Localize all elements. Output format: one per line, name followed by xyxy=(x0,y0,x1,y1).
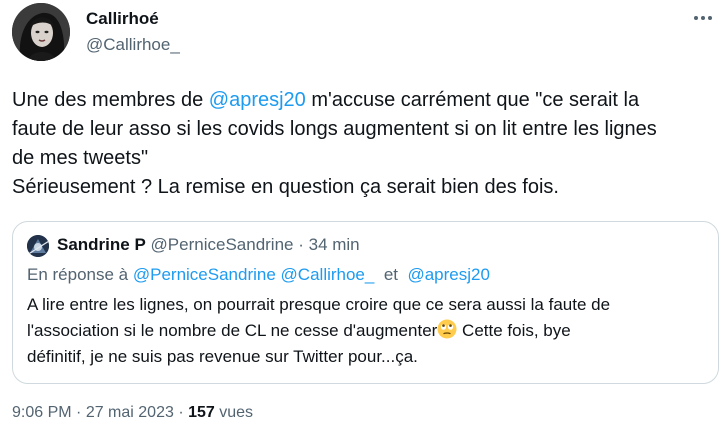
quoted-handle[interactable]: @PerniceSandrine xyxy=(151,235,294,254)
author-handle[interactable]: @Callirhoe_ xyxy=(86,35,180,55)
avatar-portrait-icon xyxy=(12,3,70,61)
rolling-eyes-emoji-icon xyxy=(437,319,457,339)
quoted-time[interactable]: 34 min xyxy=(309,235,360,254)
tweet-date[interactable]: 27 mai 2023 xyxy=(86,404,174,421)
tweet-text-line: faute de leur asso si les covids longs a… xyxy=(12,118,657,140)
quoted-text-segment: Cette fois, bye xyxy=(457,321,571,340)
quoted-text-line: A lire entre les lignes, on pourrait pre… xyxy=(27,295,611,314)
tweet-text-segment: m'accuse carrément que "ce serait la xyxy=(305,89,640,111)
reply-prefix: En réponse à xyxy=(27,265,133,284)
mention-link[interactable]: @apresj20 xyxy=(209,89,306,111)
quoted-avatar[interactable] xyxy=(27,235,49,257)
mention-link[interactable]: @apresj20 xyxy=(407,265,489,284)
quoted-display-name[interactable]: Sandrine P xyxy=(57,235,146,254)
tweet-text-line: de mes tweets" xyxy=(12,147,149,169)
avatar[interactable] xyxy=(12,3,70,61)
tweet-text-segment: Une des membres de xyxy=(12,89,209,111)
quoted-text-line: définitif, je ne suis pas revenue sur Tw… xyxy=(27,347,418,366)
views-count: 157 xyxy=(188,404,215,421)
quoted-text-segment: l'association si le nombre de CL ne cess… xyxy=(27,321,438,340)
quoted-text: A lire entre les lignes, on pourrait pre… xyxy=(27,292,717,370)
quoted-avatar-icon xyxy=(27,235,49,257)
quoted-header: Sandrine P @PerniceSandrine · 34 min xyxy=(57,235,360,255)
views-label: vues xyxy=(219,404,254,421)
author-display-name[interactable]: Callirhoé xyxy=(86,9,159,29)
tweet-time[interactable]: 9:06 PM xyxy=(12,404,72,421)
reply-and: et xyxy=(383,265,398,284)
quoted-tweet[interactable]: Sandrine P @PerniceSandrine · 34 min En … xyxy=(12,221,719,384)
tweet-text: Une des membres de @apresj20 m'accuse ca… xyxy=(12,86,717,202)
reply-context: En réponse à @PerniceSandrine @Callirhoe… xyxy=(27,265,490,285)
mention-link[interactable]: @Callirhoe_ xyxy=(281,265,375,284)
separator-dot: · xyxy=(293,235,309,254)
tweet-text-line: Sérieusement ? La remise en question ça … xyxy=(12,176,559,198)
separator-dot: · xyxy=(173,404,189,421)
more-options-icon[interactable] xyxy=(693,8,713,28)
separator-dot: · xyxy=(71,404,86,421)
mention-link[interactable]: @PerniceSandrine xyxy=(133,265,276,284)
tweet-meta: 9:06 PM · 27 mai 2023 · 157 vues xyxy=(12,404,253,422)
